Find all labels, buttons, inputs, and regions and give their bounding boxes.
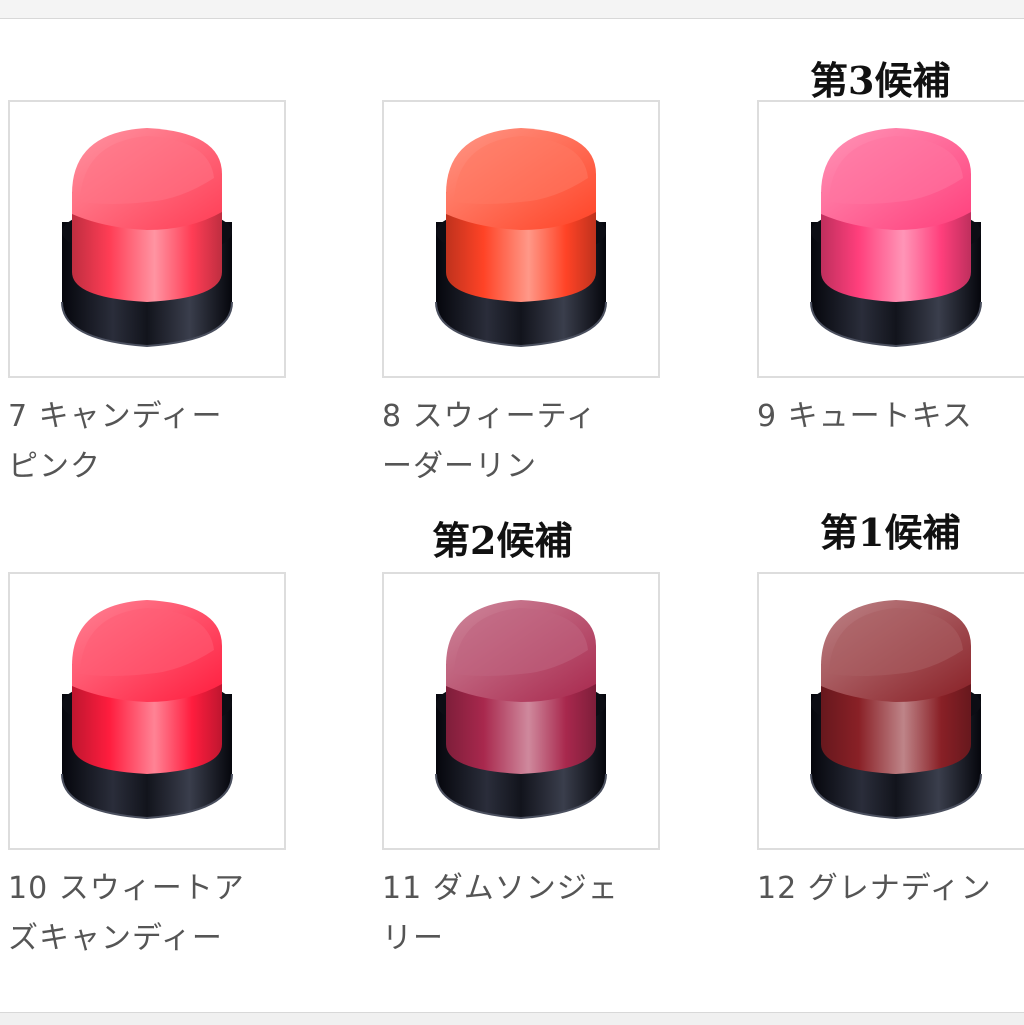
product-card[interactable]: 10 スウィートアズキャンディー bbox=[8, 572, 308, 982]
candidate-rank-label: 第3候補 bbox=[810, 58, 951, 103]
product-name-text: キャンディー bbox=[38, 399, 223, 434]
lipstick-swatch-image bbox=[382, 572, 660, 850]
product-name-text: ダムソンジェ bbox=[432, 871, 619, 906]
lipstick-swatch-image bbox=[382, 100, 660, 378]
product-name-text: グレナディン bbox=[807, 871, 992, 906]
product-name: 7 キャンディーピンク bbox=[8, 392, 308, 492]
product-name-line2: ーダーリン bbox=[382, 449, 537, 484]
product-number: 12 bbox=[757, 871, 808, 906]
product-number: 9 bbox=[757, 399, 788, 434]
product-card[interactable]: 12 グレナディン bbox=[757, 572, 1024, 982]
candidate-rank-label: 第2候補 bbox=[432, 518, 573, 563]
product-name-line2: ピンク bbox=[8, 449, 101, 484]
product-name: 9 キュートキス bbox=[757, 392, 1024, 442]
product-name-line1: 10 スウィートア bbox=[8, 864, 308, 914]
window-top-bar bbox=[0, 0, 1024, 19]
product-name-text: スウィーティ bbox=[412, 399, 597, 434]
product-number: 8 bbox=[382, 399, 413, 434]
product-name-line2: リー bbox=[382, 921, 444, 956]
product-name: 12 グレナディン bbox=[757, 864, 1024, 914]
product-name-text: キュートキス bbox=[787, 399, 973, 434]
product-number: 11 bbox=[382, 871, 433, 906]
product-card[interactable]: 9 キュートキス bbox=[757, 100, 1024, 510]
lipstick-swatch-image bbox=[8, 572, 286, 850]
product-name-line2: ズキャンディー bbox=[8, 921, 223, 956]
candidate-rank-label: 第1候補 bbox=[820, 510, 961, 555]
window-bottom-bar bbox=[0, 1012, 1024, 1025]
product-number: 7 bbox=[8, 399, 39, 434]
lipstick-swatch-image bbox=[757, 572, 1024, 850]
product-name-line1: 9 キュートキス bbox=[757, 392, 1024, 442]
lipstick-swatch-image bbox=[757, 100, 1024, 378]
product-name-line1: 11 ダムソンジェ bbox=[382, 864, 682, 914]
product-card[interactable]: 7 キャンディーピンク bbox=[8, 100, 308, 510]
product-name-line1: 8 スウィーティ bbox=[382, 392, 682, 442]
product-card[interactable]: 11 ダムソンジェリー bbox=[382, 572, 682, 982]
lipstick-swatch-image bbox=[8, 100, 286, 378]
product-name: 11 ダムソンジェリー bbox=[382, 864, 682, 964]
product-name-text: スウィートア bbox=[58, 871, 245, 906]
product-name: 8 スウィーティーダーリン bbox=[382, 392, 682, 492]
product-name-line1: 7 キャンディー bbox=[8, 392, 308, 442]
product-name-line1: 12 グレナディン bbox=[757, 864, 1024, 914]
product-card[interactable]: 8 スウィーティーダーリン bbox=[382, 100, 682, 510]
product-number: 10 bbox=[8, 871, 59, 906]
product-name: 10 スウィートアズキャンディー bbox=[8, 864, 308, 964]
